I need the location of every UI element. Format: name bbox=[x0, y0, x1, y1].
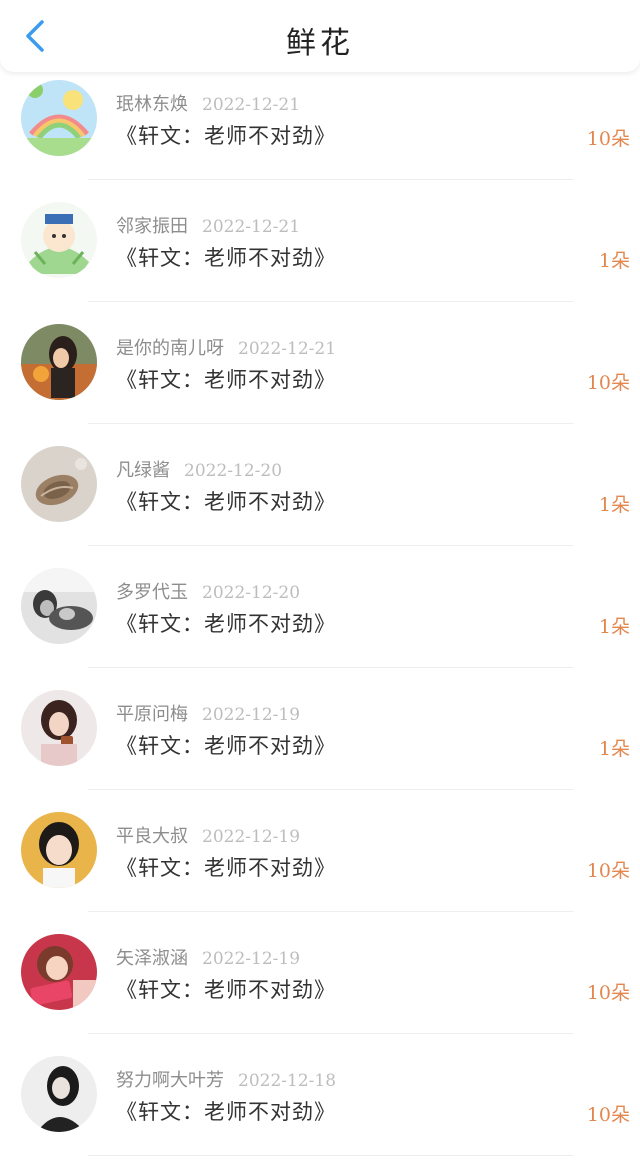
user-name[interactable]: 珉林东焕 bbox=[116, 94, 188, 115]
avatar[interactable] bbox=[21, 1056, 97, 1132]
date: 2022-12-20 bbox=[202, 583, 301, 603]
divider bbox=[88, 1155, 573, 1156]
divider bbox=[88, 789, 573, 790]
user-name[interactable]: 多罗代玉 bbox=[116, 582, 188, 603]
list-item[interactable]: 邻家振田 2022-12-21 《轩文：老师不对劲》 1朵 bbox=[0, 194, 640, 316]
flower-count: 10朵 bbox=[586, 982, 630, 1004]
list-item[interactable]: 平良大叔 2022-12-19 《轩文：老师不对劲》 10朵 bbox=[0, 804, 640, 926]
user-name[interactable]: 矢泽淑涵 bbox=[116, 948, 188, 969]
avatar[interactable] bbox=[21, 934, 97, 1010]
flower-count: 10朵 bbox=[586, 860, 630, 882]
date: 2022-12-19 bbox=[202, 949, 301, 969]
flower-count: 1朵 bbox=[598, 738, 630, 760]
avatar[interactable] bbox=[21, 324, 97, 400]
flower-count: 10朵 bbox=[586, 1104, 630, 1126]
user-name[interactable]: 邻家振田 bbox=[116, 216, 188, 237]
book-title[interactable]: 《轩文：老师不对劲》 bbox=[116, 1096, 336, 1126]
book-title[interactable]: 《轩文：老师不对劲》 bbox=[116, 120, 336, 150]
user-name[interactable]: 努力啊大叶芳 bbox=[116, 1070, 224, 1091]
date: 2022-12-20 bbox=[184, 461, 283, 481]
divider bbox=[88, 545, 573, 546]
book-title[interactable]: 《轩文：老师不对劲》 bbox=[116, 608, 336, 638]
date: 2022-12-19 bbox=[202, 705, 301, 725]
date: 2022-12-18 bbox=[238, 1071, 337, 1091]
list-item[interactable]: 是你的南儿呀 2022-12-21 《轩文：老师不对劲》 10朵 bbox=[0, 316, 640, 438]
avatar[interactable] bbox=[21, 446, 97, 522]
user-name[interactable]: 平良大叔 bbox=[116, 826, 188, 847]
flower-list: 珉林东焕 2022-12-21 《轩文：老师不对劲》 10朵 邻家振田 2022-1… bbox=[0, 72, 640, 1170]
user-name[interactable]: 凡绿酱 bbox=[116, 460, 170, 481]
date: 2022-12-21 bbox=[238, 339, 337, 359]
user-name[interactable]: 平原问梅 bbox=[116, 704, 188, 725]
list-item[interactable]: 矢泽淑涵 2022-12-19 《轩文：老师不对劲》 10朵 bbox=[0, 926, 640, 1048]
flower-count: 1朵 bbox=[598, 494, 630, 516]
flower-count: 10朵 bbox=[586, 128, 630, 150]
divider bbox=[88, 911, 573, 912]
avatar[interactable] bbox=[21, 80, 97, 156]
date: 2022-12-21 bbox=[202, 217, 301, 237]
book-title[interactable]: 《轩文：老师不对劲》 bbox=[116, 730, 336, 760]
date: 2022-12-19 bbox=[202, 827, 301, 847]
list-item[interactable]: 平原问梅 2022-12-19 《轩文：老师不对劲》 1朵 bbox=[0, 682, 640, 804]
divider bbox=[88, 1033, 573, 1034]
avatar[interactable] bbox=[21, 690, 97, 766]
flower-count: 1朵 bbox=[598, 250, 630, 272]
book-title[interactable]: 《轩文：老师不对劲》 bbox=[116, 364, 336, 394]
avatar[interactable] bbox=[21, 202, 97, 278]
book-title[interactable]: 《轩文：老师不对劲》 bbox=[116, 974, 336, 1004]
list-item[interactable]: 多罗代玉 2022-12-20 《轩文：老师不对劲》 1朵 bbox=[0, 560, 640, 682]
date: 2022-12-21 bbox=[202, 95, 301, 115]
page-title: 鲜花 bbox=[286, 26, 354, 61]
divider bbox=[88, 423, 573, 424]
avatar[interactable] bbox=[21, 812, 97, 888]
divider bbox=[88, 301, 573, 302]
list-item[interactable]: 努力啊大叶芳 2022-12-18 《轩文：老师不对劲》 10朵 bbox=[0, 1048, 640, 1170]
divider bbox=[88, 179, 573, 180]
top-bar: 鲜花 bbox=[0, 0, 640, 72]
user-name[interactable]: 是你的南儿呀 bbox=[116, 338, 224, 359]
list-item[interactable]: 凡绿酱 2022-12-20 《轩文：老师不对劲》 1朵 bbox=[0, 438, 640, 560]
flower-count: 10朵 bbox=[586, 372, 630, 394]
divider bbox=[88, 667, 573, 668]
list-item[interactable]: 珉林东焕 2022-12-21 《轩文：老师不对劲》 10朵 bbox=[0, 72, 640, 194]
flower-count: 1朵 bbox=[598, 616, 630, 638]
book-title[interactable]: 《轩文：老师不对劲》 bbox=[116, 852, 336, 882]
book-title[interactable]: 《轩文：老师不对劲》 bbox=[116, 242, 336, 272]
avatar[interactable] bbox=[21, 568, 97, 644]
book-title[interactable]: 《轩文：老师不对劲》 bbox=[116, 486, 336, 516]
